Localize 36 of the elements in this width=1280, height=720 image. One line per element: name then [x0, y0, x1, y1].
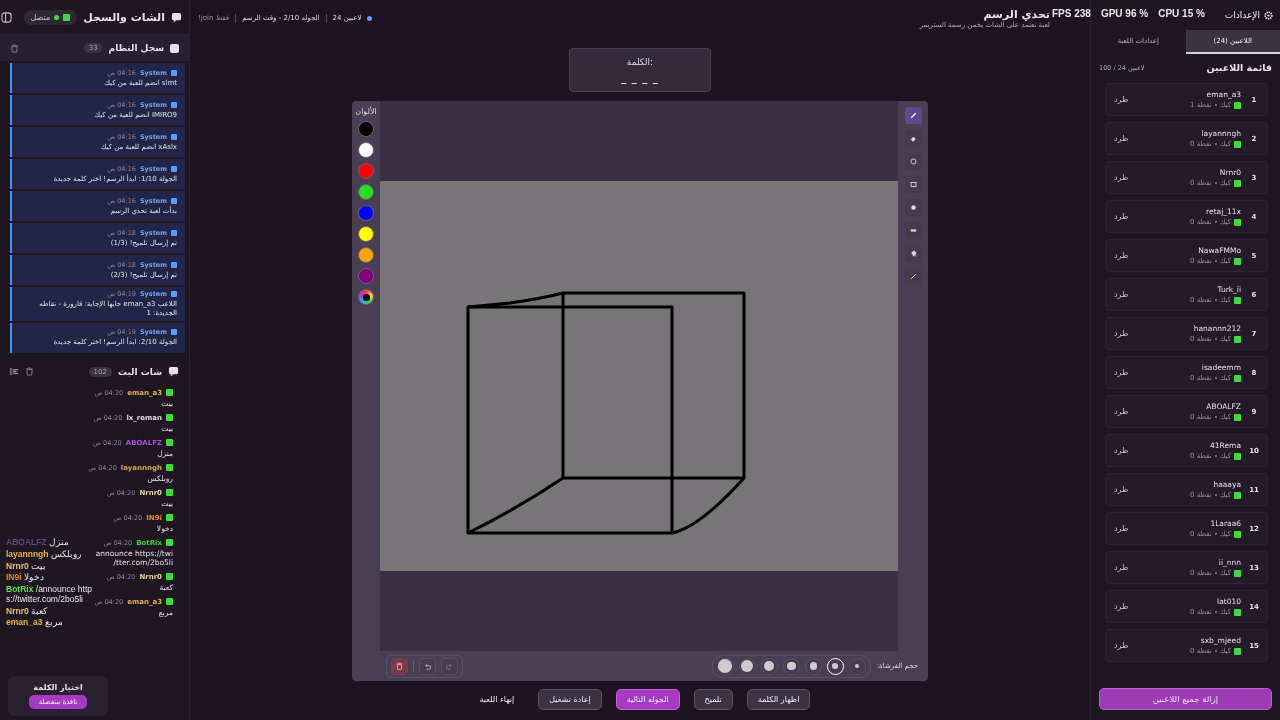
game-control-button[interactable]: إنهاء اللعبة [469, 690, 525, 709]
kick-player-link[interactable]: طرد [1114, 602, 1129, 611]
list-title: قائمة اللاعبين [1206, 62, 1272, 73]
section-title: سجل النظام [108, 43, 164, 53]
gpu-usage: GPU 96 % [1100, 8, 1149, 19]
fps-counter: FPS 238 [1052, 8, 1091, 19]
kick-player-link[interactable]: طرد [1114, 446, 1129, 455]
kick-player-link[interactable]: طرد [1114, 485, 1129, 494]
remove-all-button[interactable]: إزالة جميع اللاعبين [1099, 688, 1272, 710]
settings-button[interactable]: الإعدادات [1224, 9, 1274, 21]
connection-status: متصل [23, 9, 78, 25]
kick-player-link[interactable]: طرد [1114, 290, 1129, 299]
kick-player-link[interactable]: طرد [1114, 368, 1129, 377]
kick-player-link[interactable]: طرد [1114, 173, 1129, 182]
game-control-button[interactable]: اظهار الكلمة [746, 689, 811, 710]
section-title: شات البث [117, 366, 162, 377]
kick-player-link[interactable]: طرد [1114, 251, 1129, 260]
popup-title: اختيار الكلمة [33, 683, 83, 692]
game-control-button[interactable]: الجوله التالية [615, 689, 680, 710]
panel-title: الشات والسجل [83, 10, 165, 24]
kick-player-link[interactable]: طرد [1114, 407, 1129, 416]
game-control-button[interactable]: إعادة تشغيل [538, 689, 602, 710]
colors-label: الألوان [355, 107, 377, 116]
kick-player-link[interactable]: طرد [1114, 134, 1129, 143]
kick-player-link[interactable]: طرد [1114, 95, 1129, 104]
kick-player-link[interactable]: طرد [1114, 641, 1129, 650]
kick-player-link[interactable]: طرد [1114, 212, 1129, 221]
cpu-usage: CPU 15 % [1158, 8, 1205, 19]
game-title: تحدي الرسم [982, 7, 1050, 21]
word-blanks: _ _ _ _ [621, 72, 659, 83]
overlay-chat-line: BotRix /announce https://twitter.com/2bo5li [6, 585, 92, 605]
kick-player-link[interactable]: طرد [1114, 563, 1129, 572]
kick-player-link[interactable]: طرد [1114, 329, 1129, 338]
game-control-button[interactable]: تلميح [693, 689, 733, 710]
word-label: الكلمة: [626, 57, 654, 67]
kick-player-link[interactable]: طرد [1114, 524, 1129, 533]
